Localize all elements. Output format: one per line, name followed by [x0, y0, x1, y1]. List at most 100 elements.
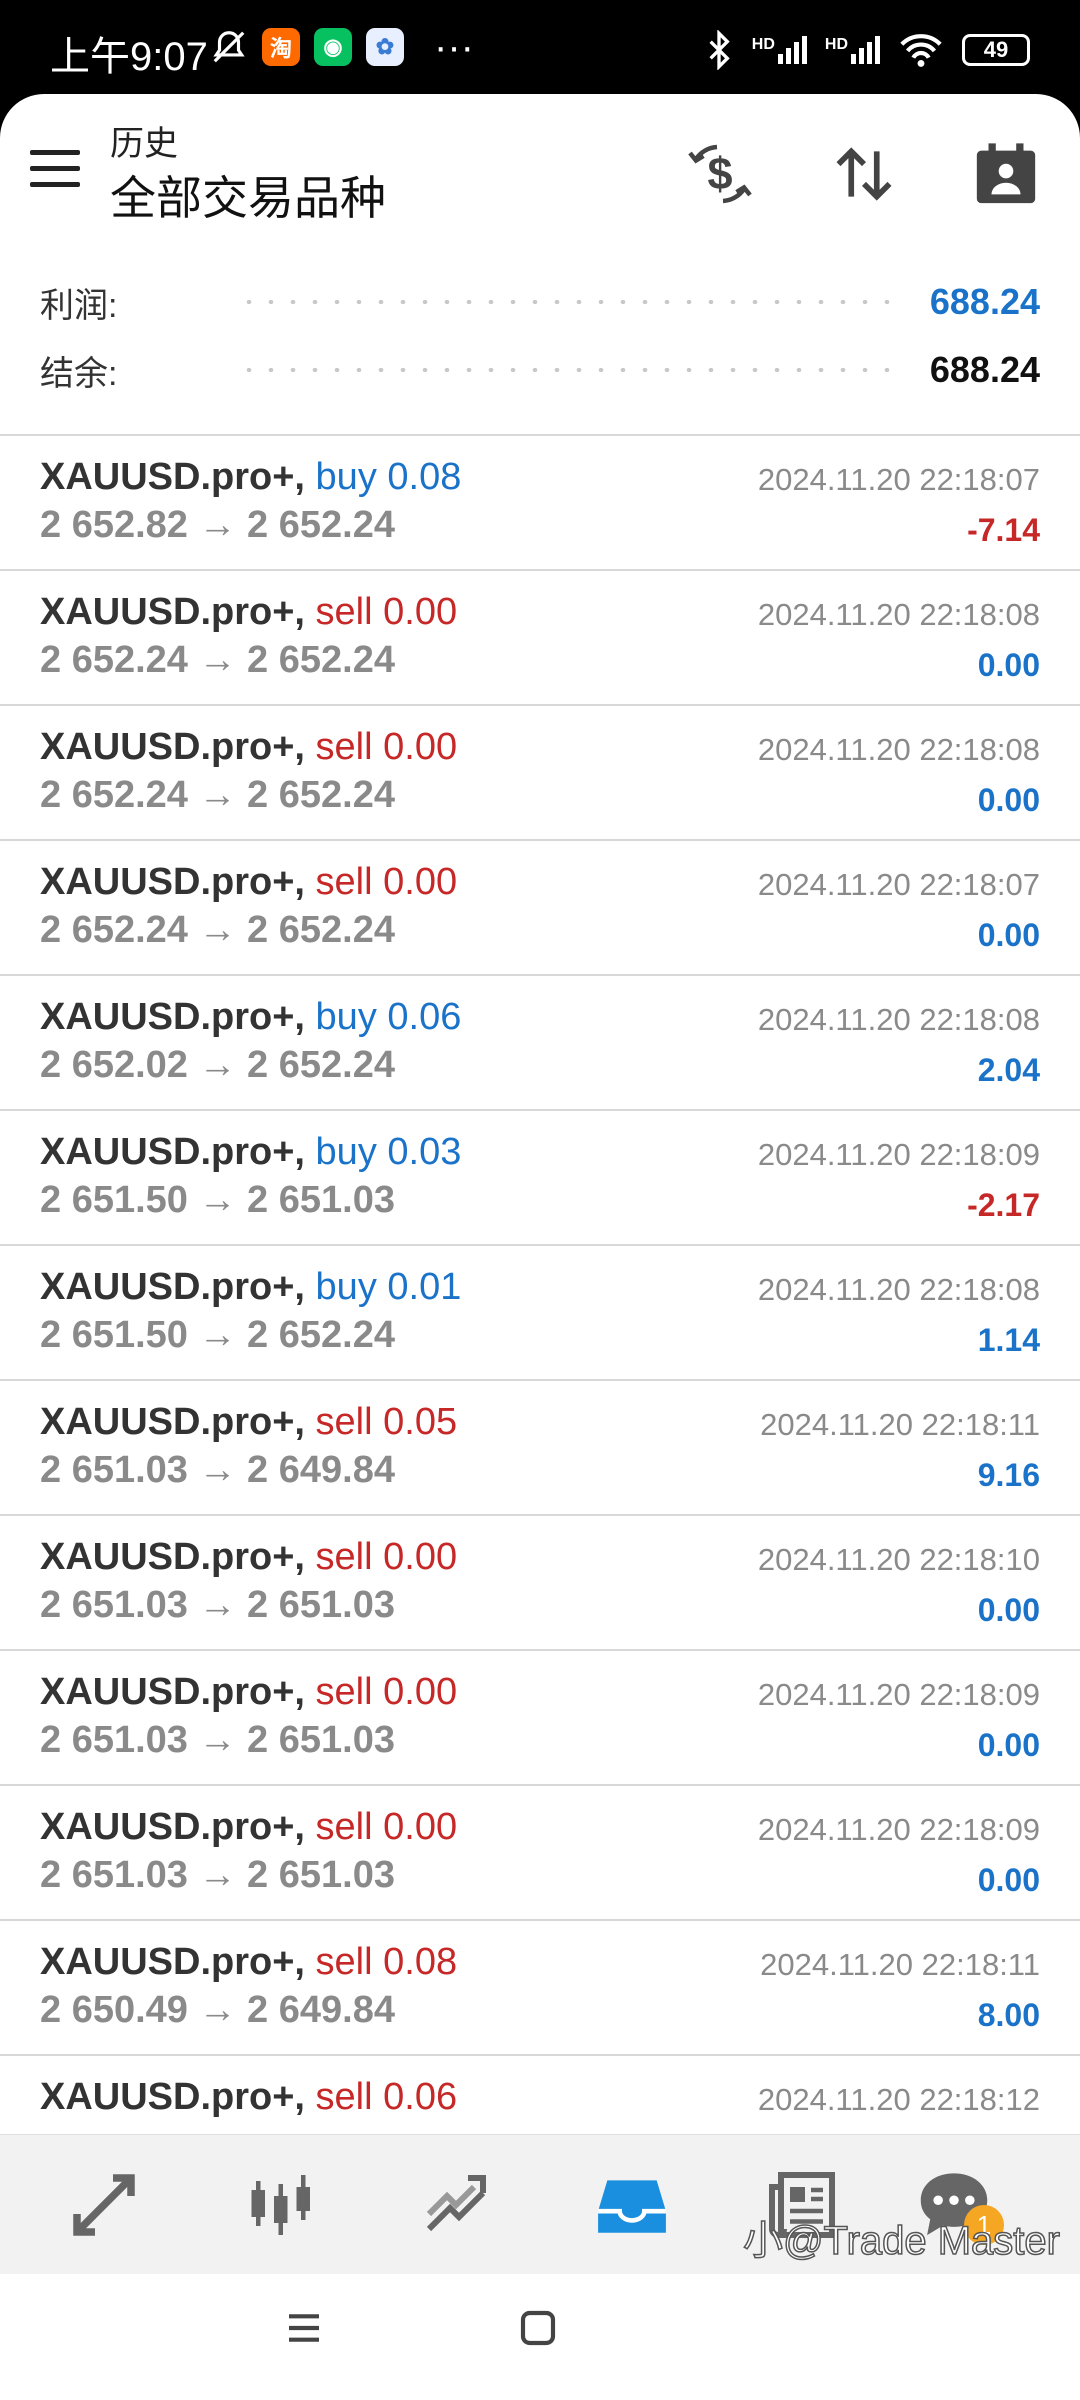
deal-prices: 2 651.03 → 2 651.03 [40, 1584, 395, 1626]
deal-prices: 2 652.02 → 2 652.24 [40, 1044, 395, 1086]
deal-time: 2024.11.20 22:18:07 [757, 867, 1040, 902]
balance-row: 结余: 688.24 [40, 340, 1040, 400]
deal-type-volume: buy 0.01 [315, 1266, 462, 1308]
dotted-leader [238, 300, 902, 304]
deal-row[interactable]: XAUUSD.pro+, buy 0.03 2 651.50 → 2 651.0… [0, 1111, 1080, 1246]
deal-profit: 0.00 [977, 782, 1040, 818]
profit-label: 利润: [40, 286, 118, 325]
deal-type-volume: buy 0.08 [315, 456, 462, 498]
deal-row[interactable]: XAUUSD.pro+, sell 0.08 2 650.49 → 2 649.… [0, 1921, 1080, 2056]
deal-row[interactable]: XAUUSD.pro+, sell 0.00 2 652.24 → 2 652.… [0, 571, 1080, 706]
system-nav [0, 2274, 1080, 2400]
deal-row[interactable]: XAUUSD.pro+, buy 0.06 2 652.02 → 2 652.2… [0, 976, 1080, 1111]
deal-time: 2024.11.20 22:18:07 [757, 462, 1040, 497]
balance-value: 688.24 [929, 349, 1040, 390]
deal-symbol: XAUUSD.pro+, sell 0.00 [40, 861, 458, 903]
deal-prices: 2 651.03 → 2 651.03 [40, 1719, 395, 1761]
deal-symbol: XAUUSD.pro+, sell 0.00 [40, 1806, 458, 1848]
deal-symbol: XAUUSD.pro+, sell 0.06 [40, 2076, 458, 2118]
deal-profit: -2.17 [967, 1187, 1040, 1223]
deal-type-volume: sell 0.00 [315, 1671, 458, 1713]
overflow-icon: ··· [434, 25, 474, 69]
deal-type-volume: sell 0.08 [315, 1941, 458, 1983]
deal-profit: 0.00 [977, 1727, 1040, 1763]
svg-text:$: $ [707, 148, 732, 199]
deal-time: 2024.11.20 22:18:09 [757, 1812, 1040, 1847]
calendar-icon[interactable] [966, 134, 1046, 214]
currency-exchange-icon[interactable]: $ [680, 134, 760, 214]
deal-row[interactable]: XAUUSD.pro+, sell 0.00 2 652.24 → 2 652.… [0, 841, 1080, 976]
bluetooth-icon [709, 30, 730, 70]
deal-type-volume: sell 0.05 [315, 1401, 458, 1443]
deal-time: 2024.11.20 22:18:11 [760, 1407, 1040, 1442]
deal-row[interactable]: XAUUSD.pro+, buy 0.01 2 651.50 → 2 652.2… [0, 1246, 1080, 1381]
status-app-icons: 淘 ◉ ✿ ··· [210, 25, 474, 69]
menu-icon[interactable] [30, 150, 80, 190]
wechat-icon: ◉ [314, 28, 352, 66]
sort-icon[interactable] [824, 134, 904, 214]
deal-symbol: XAUUSD.pro+, sell 0.00 [40, 1671, 458, 1713]
battery-indicator: 49 [962, 34, 1030, 66]
taobao-icon: 淘 [262, 28, 300, 66]
deal-profit: 0.00 [977, 1592, 1040, 1628]
deal-time: 2024.11.20 22:18:08 [757, 1272, 1040, 1307]
status-bar: 上午9:07 淘 ◉ ✿ ··· HD HD 49 [0, 0, 1080, 100]
page-title[interactable]: 全部交易品种 [110, 162, 386, 228]
notification-muted-icon [213, 31, 245, 63]
deal-profit: 0.00 [977, 1862, 1040, 1898]
deal-time: 2024.11.20 22:18:08 [757, 1002, 1040, 1037]
deal-row[interactable]: XAUUSD.pro+, sell 0.00 2 651.03 → 2 651.… [0, 1516, 1080, 1651]
trade-icon[interactable] [414, 2163, 498, 2247]
watermark: 小@Trade Master [742, 2218, 1060, 2264]
deals-list: XAUUSD.pro+, buy 0.08 2 652.82 → 2 652.2… [0, 436, 1080, 2191]
quotes-icon[interactable] [62, 2163, 146, 2247]
deal-time: 2024.11.20 22:18:12 [757, 2082, 1040, 2117]
deal-symbol: XAUUSD.pro+, buy 0.06 [40, 996, 462, 1038]
deal-prices: 2 651.03 → 2 651.03 [40, 1854, 395, 1896]
deal-profit: 0.00 [977, 917, 1040, 953]
deal-prices: 2 651.50 → 2 652.24 [40, 1314, 395, 1356]
deal-type-volume: sell 0.00 [315, 591, 458, 633]
deal-type-volume: sell 0.00 [315, 1806, 458, 1848]
history-icon[interactable] [590, 2163, 674, 2247]
toolbar: 历史 全部交易品种 $ [0, 94, 1080, 244]
deal-row[interactable]: XAUUSD.pro+, sell 0.00 2 652.24 → 2 652.… [0, 706, 1080, 841]
deal-prices: 2 651.50 → 2 651.03 [40, 1179, 395, 1221]
deal-type-volume: sell 0.00 [315, 1536, 458, 1578]
deal-time: 2024.11.20 22:18:09 [757, 1677, 1040, 1712]
deal-prices: 2 650.49 → 2 649.84 [40, 1989, 395, 2031]
deal-symbol: XAUUSD.pro+, buy 0.03 [40, 1131, 462, 1173]
chart-icon[interactable] [238, 2163, 322, 2247]
deal-profit: 0.00 [977, 647, 1040, 683]
deal-prices: 2 652.24 → 2 652.24 [40, 909, 395, 951]
deal-time: 2024.11.20 22:18:11 [760, 1947, 1040, 1982]
deal-type-volume: sell 0.00 [315, 726, 458, 768]
signal-2: HD [825, 36, 880, 64]
deal-row[interactable]: XAUUSD.pro+, sell 0.05 2 651.03 → 2 649.… [0, 1381, 1080, 1516]
recents-icon[interactable] [284, 2308, 324, 2353]
home-icon[interactable] [518, 2308, 558, 2353]
status-right: HD HD 49 [704, 30, 1030, 70]
deal-time: 2024.11.20 22:18:08 [757, 597, 1040, 632]
deal-symbol: XAUUSD.pro+, sell 0.08 [40, 1941, 458, 1983]
deal-symbol: XAUUSD.pro+, sell 0.00 [40, 726, 458, 768]
dotted-leader [238, 368, 902, 372]
deal-type-volume: buy 0.03 [315, 1131, 462, 1173]
deal-row[interactable]: XAUUSD.pro+, buy 0.08 2 652.82 → 2 652.2… [0, 436, 1080, 571]
page-subtitle: 历史 [110, 125, 178, 163]
summary-panel: 利润: 688.24 结余: 688.24 [0, 264, 1080, 436]
deal-time: 2024.11.20 22:18:08 [757, 732, 1040, 767]
balance-label: 结余: [40, 354, 118, 393]
deal-type-volume: sell 0.06 [315, 2076, 458, 2118]
deal-symbol: XAUUSD.pro+, sell 0.00 [40, 591, 458, 633]
deal-symbol: XAUUSD.pro+, sell 0.00 [40, 1536, 458, 1578]
deal-symbol: XAUUSD.pro+, buy 0.01 [40, 1266, 462, 1308]
deal-profit: 8.00 [977, 1997, 1040, 2033]
deal-time: 2024.11.20 22:18:09 [757, 1137, 1040, 1172]
deal-prices: 2 652.24 → 2 652.24 [40, 774, 395, 816]
deal-row[interactable]: XAUUSD.pro+, sell 0.00 2 651.03 → 2 651.… [0, 1786, 1080, 1921]
wifi-icon [900, 34, 942, 67]
deal-prices: 2 652.24 → 2 652.24 [40, 639, 395, 681]
deal-symbol: XAUUSD.pro+, buy 0.08 [40, 456, 462, 498]
deal-row[interactable]: XAUUSD.pro+, sell 0.00 2 651.03 → 2 651.… [0, 1651, 1080, 1786]
